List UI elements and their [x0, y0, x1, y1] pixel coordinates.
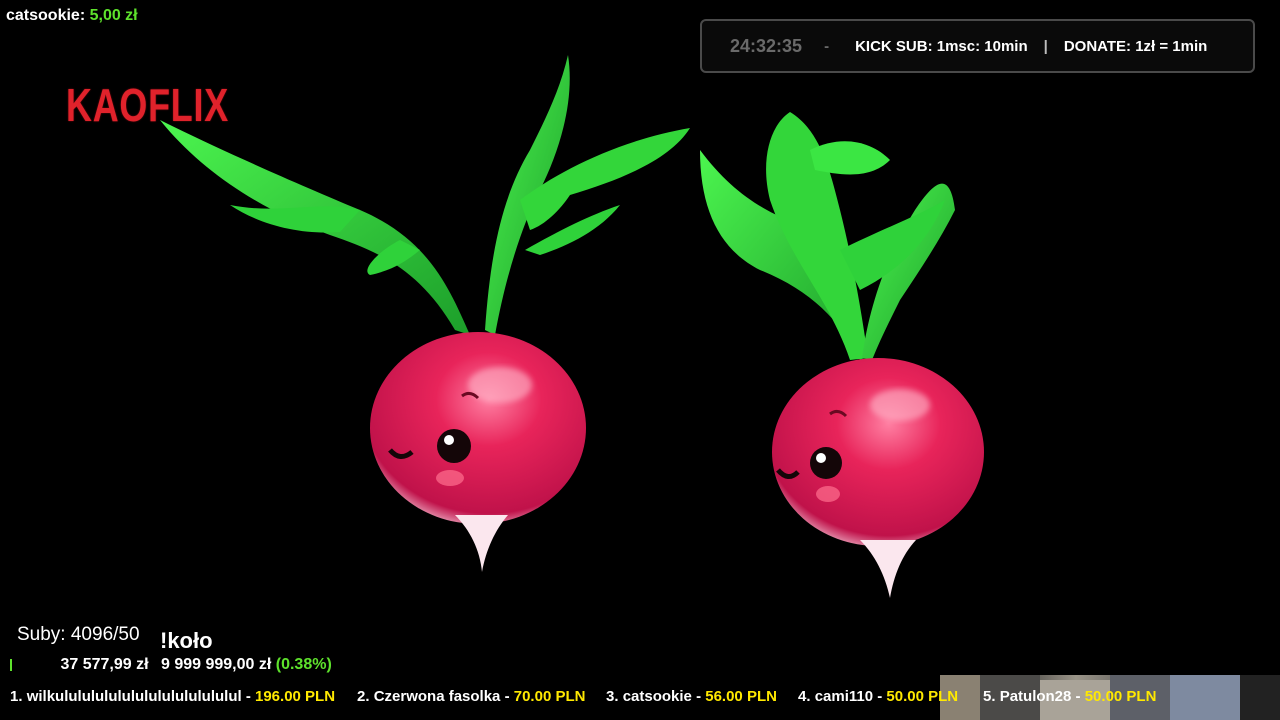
countdown-timer: 24:32:35: [730, 35, 803, 56]
ticker-sep: -: [245, 688, 251, 705]
ticker-rank: 5.: [983, 688, 996, 705]
ticker-sep: -: [696, 688, 702, 705]
ticker-sep: -: [1075, 688, 1081, 705]
ticker-item: 2. Czerwona fasolka - 70.00 PLN: [357, 688, 585, 705]
ticker-name: catsookie: [622, 688, 692, 705]
goal-percent: (0.38%): [275, 656, 332, 673]
ticker-amount: 56.00 PLN: [705, 688, 777, 705]
ticker-name: wilkulululululululululululululul: [26, 688, 242, 705]
ticker-amount: 50.00 PLN: [1084, 688, 1157, 705]
ticker-rank: 1.: [10, 688, 23, 705]
ticker-item: 4. cami110 - 50.00 PLN: [798, 688, 958, 705]
goal-target: 9 999 999,00 zł: [160, 656, 272, 673]
subs-counter: Suby: 4096/50: [17, 624, 140, 645]
last-donation-user: catsookie:: [6, 7, 86, 24]
kaoflix-logo: KAOFLIX: [66, 79, 229, 131]
ticker-sep: -: [504, 688, 510, 705]
ticker-rank: 2.: [357, 688, 370, 705]
ticker-name: cami110: [814, 688, 874, 705]
ticker-amount: 70.00 PLN: [513, 688, 586, 705]
goal-current: 37 577,99 zł: [60, 656, 149, 673]
donate-rate: DONATE: 1zł = 1min: [1063, 37, 1208, 55]
wheel-command: !koło: [160, 628, 213, 653]
ticker-name: Czerwona fasolka: [373, 688, 501, 705]
ticker-item: 5. Patulon28 - 50.00 PLN: [983, 688, 1156, 705]
ticker-name: Patulon28: [999, 688, 1072, 705]
top-donors-ticker: 1. wilkulululululululululululululul - 19…: [0, 686, 1280, 710]
goal-progress-marker: [10, 658, 12, 671]
timer-dash: -: [824, 37, 830, 55]
donation-goal: 37 577,99 zł 9 999 999,00 zł (0.38%): [10, 656, 332, 674]
subathon-timer-bar: 24:32:35 - KICK SUB: 1msc: 10min | DONAT…: [700, 19, 1255, 73]
ticker-item: 1. wilkulululululululululululululul - 19…: [10, 688, 335, 705]
ticker-rank: 4.: [798, 688, 811, 705]
ticker-item: 3. catsookie - 56.00 PLN: [606, 688, 777, 705]
timer-pipe: |: [1043, 37, 1048, 55]
ticker-amount: 50.00 PLN: [886, 688, 959, 705]
ticker-amount: 196.00 PLN: [255, 688, 336, 705]
left-radish-leaves: [160, 55, 690, 335]
right-radish-bulb: [772, 358, 984, 598]
last-donation-amount: 5,00 zł: [89, 7, 138, 24]
right-radish-leaves: [700, 112, 955, 360]
ticker-sep: -: [877, 688, 883, 705]
last-donation: catsookie: 5,00 zł: [6, 7, 138, 25]
ticker-rank: 3.: [606, 688, 619, 705]
kick-sub-rate: KICK SUB: 1msc: 10min: [855, 37, 1028, 55]
left-radish-bulb: [370, 332, 586, 572]
